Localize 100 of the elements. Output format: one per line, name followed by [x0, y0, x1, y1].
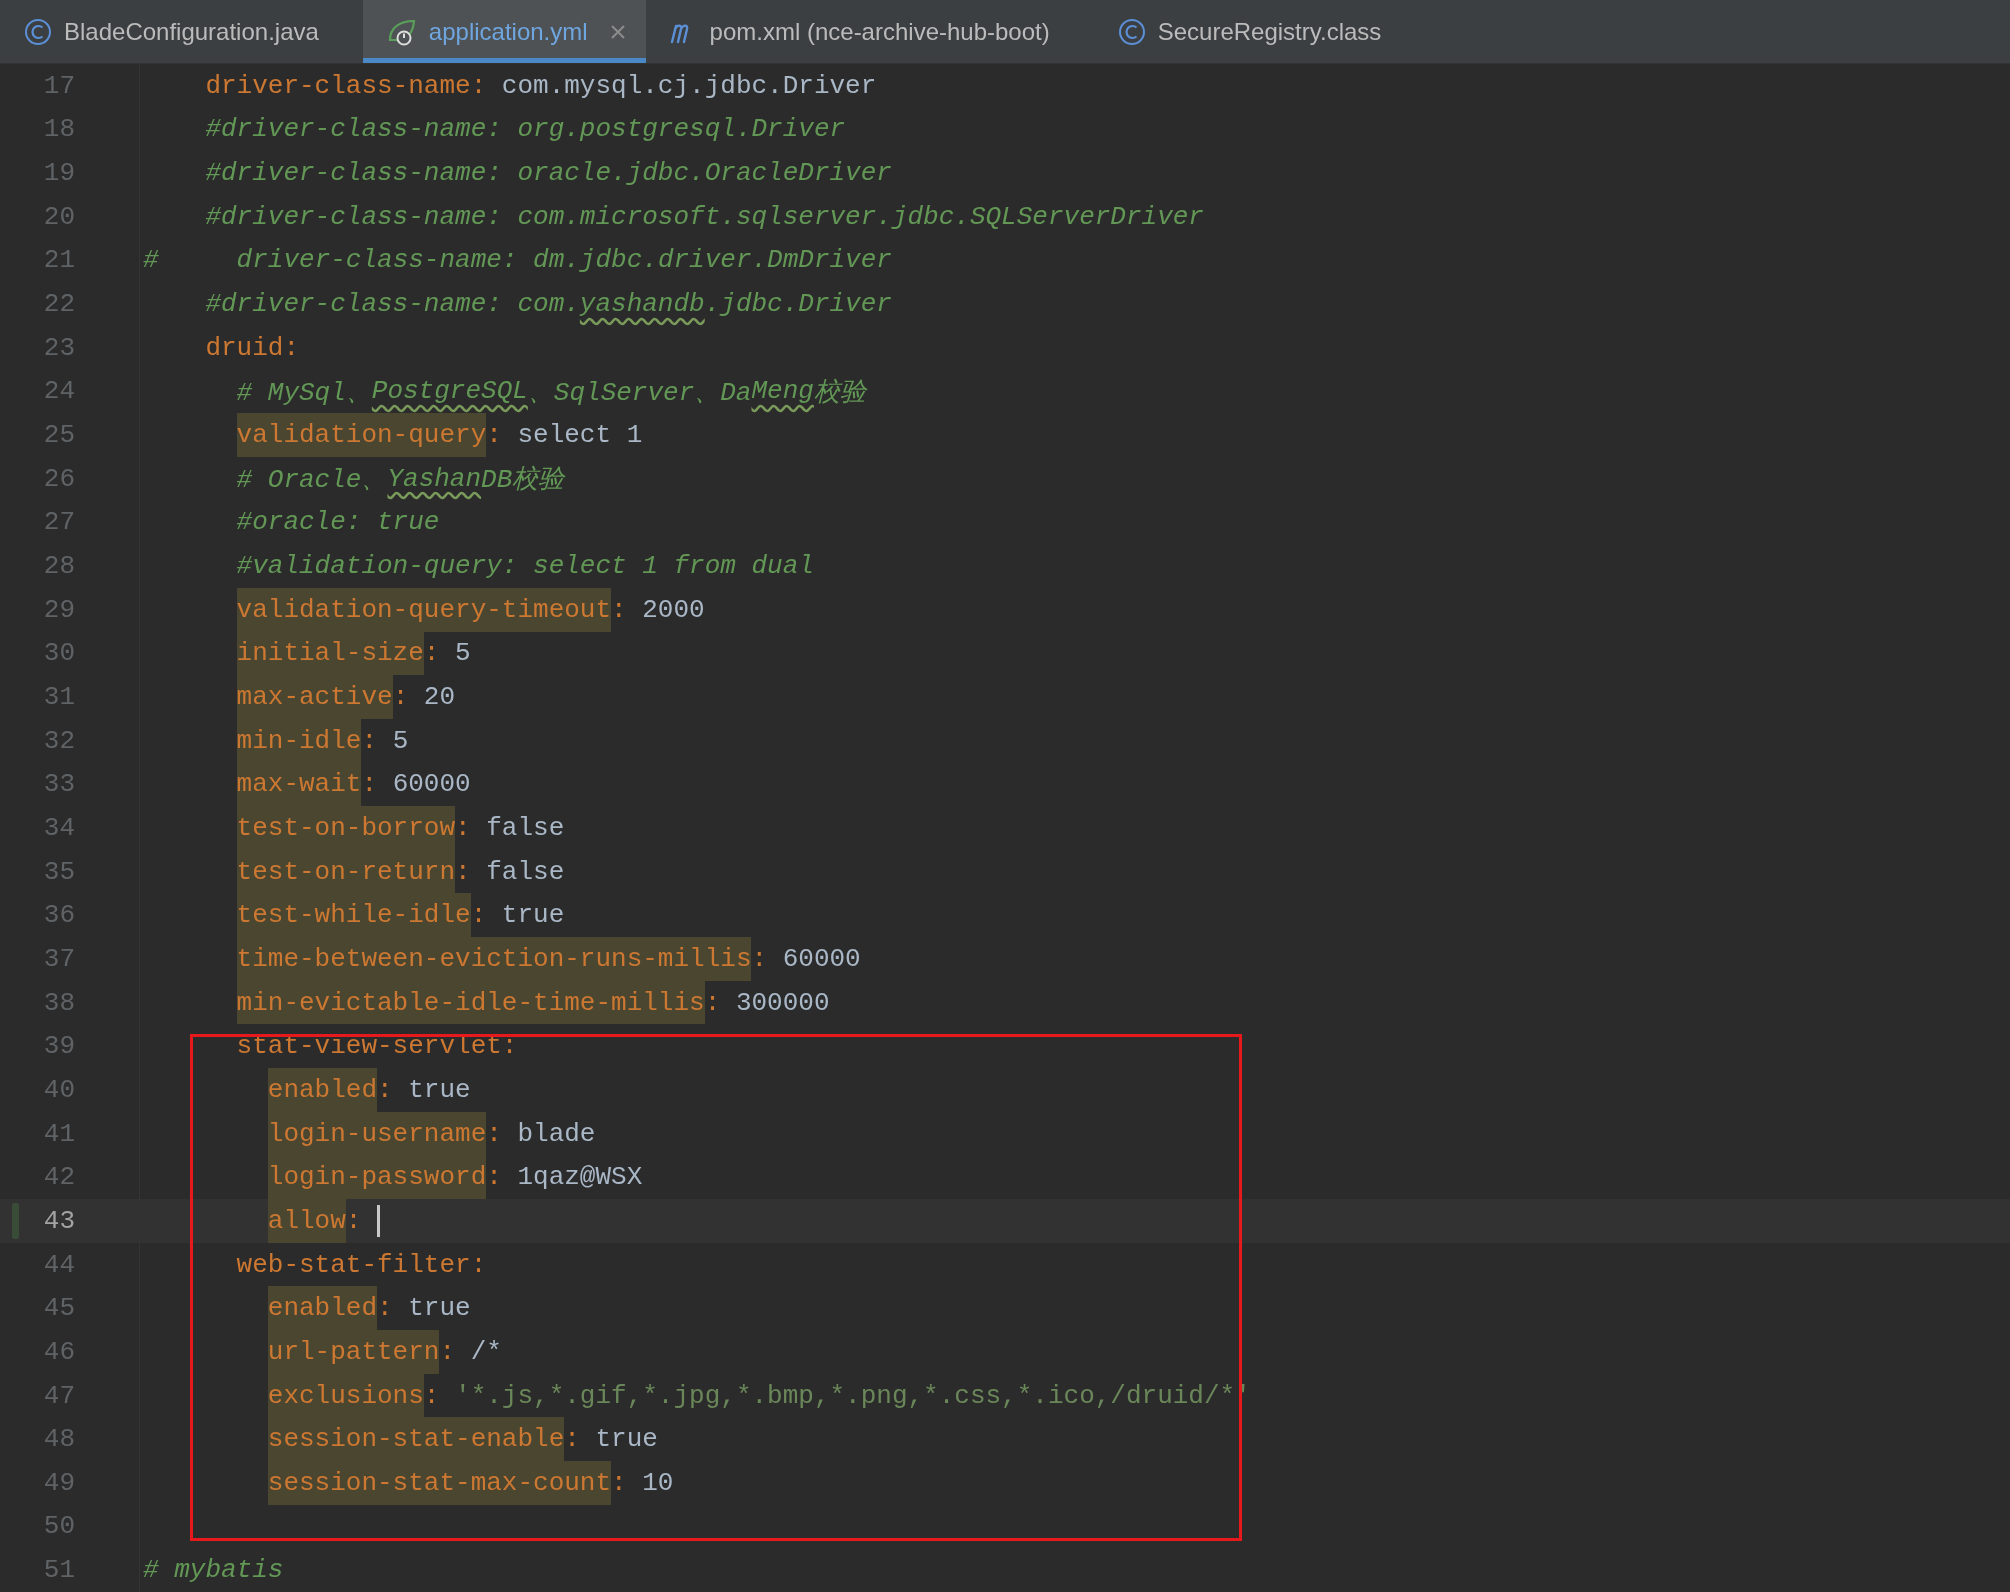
colon: : [486, 1118, 502, 1149]
comment-text: # MySql、 [236, 376, 372, 409]
close-icon[interactable] [609, 23, 626, 40]
colon: : [470, 900, 487, 931]
yaml-value: 20 [423, 682, 456, 712]
comment-text: # mybatis [143, 1555, 284, 1586]
colon: : [470, 1249, 487, 1280]
comment-text: .jdbc.Driver [704, 289, 892, 320]
highlighted-yaml-key: allow [267, 1199, 346, 1243]
line-number: 17 [42, 70, 75, 101]
line-number: 47 [42, 1380, 75, 1411]
line-number: 25 [42, 420, 75, 451]
colon: : [470, 70, 487, 101]
highlighted-yaml-key: test-on-return [236, 849, 456, 894]
highlighted-yaml-key: session-stat-max-count [267, 1461, 612, 1505]
colon: : [486, 420, 502, 451]
comment-text: 校验 [813, 376, 866, 409]
colon: : [377, 1074, 393, 1105]
colon: : [345, 1205, 362, 1236]
comment-text: # driver-class-name: dm.jdbc.driver.DmDriver [143, 245, 892, 276]
line-number: 49 [42, 1467, 75, 1498]
file-tab[interactable]: BladeConfiguration.java [0, 0, 363, 63]
yaml-value: com.mysql.cj.jdbc.Driver [501, 70, 877, 101]
line-number: 29 [42, 594, 75, 625]
line-number: 51 [42, 1555, 75, 1586]
yaml-key: driver-class-name [205, 70, 471, 101]
file-tab[interactable]: SecureRegistry.class [1093, 0, 1426, 63]
misspelled-comment-word: Yashan [387, 463, 482, 494]
line-number: 38 [42, 987, 75, 1018]
line-number: 39 [42, 1031, 75, 1062]
misspelled-comment-word: Meng [751, 376, 814, 407]
file-tab[interactable]: application.yml [362, 0, 646, 63]
yaml-key: stat-view-servlet [236, 1031, 502, 1062]
yaml-value: 300000 [735, 987, 830, 1018]
line-number: 26 [42, 463, 75, 494]
highlighted-yaml-key: exclusions [267, 1373, 424, 1418]
colon: : [455, 813, 471, 843]
yaml-value: 60000 [782, 943, 861, 974]
highlighted-yaml-key: min-idle [236, 718, 362, 763]
yaml-key: web-stat-filter [236, 1249, 471, 1280]
colon: : [392, 682, 409, 712]
yaml-value: 1qaz@WSX [517, 1162, 643, 1193]
comment-text: #driver-class-name: oracle.jdbc.OracleDriver [205, 158, 892, 189]
highlighted-yaml-key: login-password [267, 1155, 487, 1200]
highlighted-yaml-key: max-wait [236, 762, 362, 807]
yaml-value: 10 [642, 1467, 674, 1498]
line-number: 23 [42, 332, 75, 363]
yaml-key: druid [205, 332, 284, 363]
comment-text: 、SqlServer、Da [527, 376, 752, 409]
line-number: 37 [42, 943, 75, 974]
line-number: 20 [42, 201, 75, 232]
highlighted-yaml-key: test-on-borrow [236, 806, 456, 850]
misspelled-comment-word: PostgreSQL [371, 376, 528, 407]
line-number: 27 [42, 507, 75, 538]
class-icon [24, 17, 52, 46]
line-number: 18 [42, 114, 75, 145]
line-number: 46 [42, 1336, 75, 1367]
comment-text: DB校验 [481, 464, 565, 497]
highlighted-yaml-key: validation-query [236, 413, 487, 457]
comment-text: #driver-class-name: com. [205, 289, 580, 320]
colon: : [455, 856, 471, 887]
line-number: 28 [42, 551, 75, 582]
highlighted-yaml-key: test-while-idle [236, 893, 471, 938]
yaml-value: true [595, 1424, 658, 1455]
colon: : [423, 1380, 440, 1411]
colon: : [361, 769, 378, 800]
line-number: 30 [42, 638, 75, 669]
line-number: 41 [42, 1118, 75, 1149]
yaml-value: false [486, 856, 565, 887]
line-number: 19 [42, 158, 75, 189]
file-tab[interactable]: pom.xml (nce-archive-hub-boot) [645, 0, 1094, 63]
colon: : [423, 638, 440, 669]
colon: : [611, 594, 627, 625]
comment-text: # Oracle、 [236, 464, 388, 497]
colon: : [751, 943, 768, 974]
misspelled-comment-word: yashandb [579, 289, 705, 320]
highlighted-yaml-key: url-pattern [267, 1330, 440, 1374]
comment-text: #driver-class-name: org.postgresql.Driver [205, 114, 846, 145]
colon: : [501, 1031, 518, 1062]
colon: : [704, 987, 721, 1018]
line-number: 22 [42, 289, 75, 320]
yaml-value: 5 [455, 638, 471, 669]
yaml-value: true [408, 1293, 471, 1324]
colon: : [377, 1293, 393, 1324]
leaf-power-icon [386, 17, 417, 46]
line-number: 33 [42, 769, 75, 800]
yaml-value: blade [517, 1118, 596, 1149]
yaml-value: 5 [392, 725, 409, 756]
line-number: 32 [42, 725, 75, 756]
yaml-value: 2000 [642, 594, 705, 625]
yaml-value: /* [470, 1336, 502, 1367]
colon: : [283, 332, 299, 363]
highlighted-yaml-key: enabled [267, 1286, 377, 1331]
line-number: 45 [42, 1293, 75, 1324]
line-number: 40 [42, 1074, 75, 1105]
highlighted-yaml-key: login-username [267, 1111, 487, 1156]
line-number: 35 [42, 856, 75, 887]
comment-text: #oracle: true [236, 507, 440, 538]
yaml-value: true [501, 900, 565, 931]
colon: : [611, 1467, 627, 1498]
